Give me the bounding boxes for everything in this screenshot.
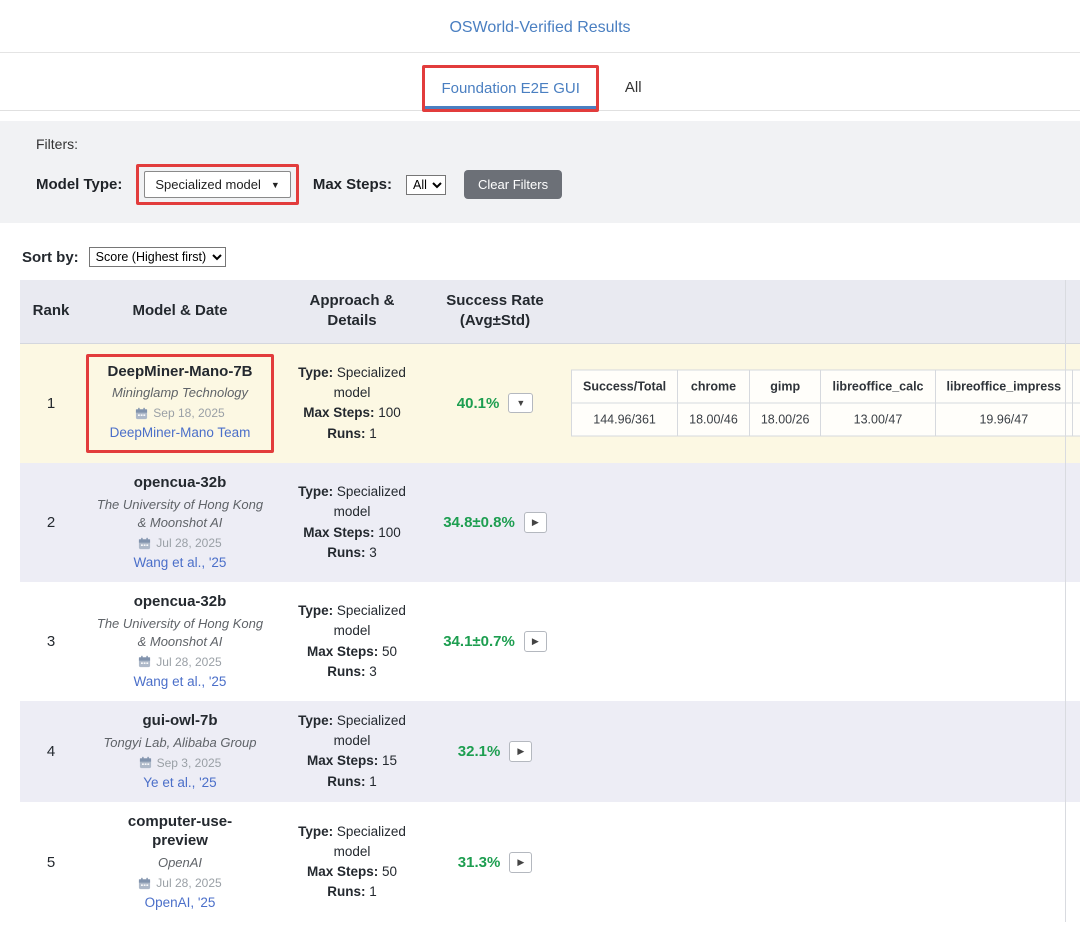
model-org: Mininglamp Technology [95, 384, 265, 402]
expand-details-button[interactable]: ▶ [509, 741, 532, 762]
model-date: Jul 28, 2025 [156, 655, 221, 669]
rank-cell: 2 [20, 514, 82, 531]
clear-filters-button[interactable]: Clear Filters [464, 170, 562, 199]
results-title-link[interactable]: OSWorld-Verified Results [449, 19, 630, 36]
results-table: Rank Model & Date Approach & Details Suc… [20, 280, 1080, 922]
model-type-value: Specialized model [155, 177, 261, 192]
calendar-icon [135, 407, 148, 420]
calendar-icon [138, 537, 151, 550]
model-link[interactable]: OpenAI, '25 [145, 895, 216, 910]
tab-foundation-e2e-gui[interactable]: Foundation E2E GUI [425, 68, 595, 109]
success-rate: 31.3% [458, 854, 501, 871]
filters-label: Filters: [36, 136, 1044, 152]
model-date: Sep 18, 2025 [153, 406, 224, 420]
table-row: 4 gui-owl-7b Tongyi Lab, Alibaba Group S… [20, 701, 1080, 802]
header-model-date: Model & Date [82, 280, 278, 343]
details-value: 13.00/47 [821, 403, 935, 436]
page-header: OSWorld-Verified Results [0, 0, 1080, 53]
success-rate: 32.1% [458, 743, 501, 760]
details-value: 144.96/361 [572, 403, 678, 436]
table-row: 3 opencua-32b The University of Hong Kon… [20, 582, 1080, 701]
table-row: 5 computer-use-preview OpenAI Jul 28, 20… [20, 802, 1080, 922]
model-name: gui-owl-7b [100, 711, 260, 731]
details-value: 18.00/26 [749, 403, 821, 436]
rank-cell: 1 [20, 395, 82, 412]
model-date: Jul 28, 2025 [156, 536, 221, 550]
table-header-spacer [564, 280, 1080, 343]
approach-cell: Type: Specialized model Max Steps: 100 R… [278, 363, 426, 444]
max-steps-label: Max Steps: [313, 176, 392, 193]
model-link[interactable]: Wang et al., '25 [134, 555, 227, 570]
annotation-box-model: DeepMiner-Mano-7B Mininglamp Technology … [86, 354, 274, 454]
tab-all[interactable]: All [609, 67, 658, 108]
expand-details-button[interactable]: ▶ [524, 512, 547, 533]
details-header: Success/Total [572, 370, 678, 403]
expand-details-button[interactable]: ▶ [509, 852, 532, 873]
rank-cell: 5 [20, 854, 82, 871]
details-header: libreoffice_calc [821, 370, 935, 403]
model-name: opencua-32b [100, 592, 260, 612]
header-success-rate: Success Rate (Avg±Std) [426, 280, 564, 343]
filters-panel: Filters: Model Type: Specialized model ▼… [0, 121, 1080, 223]
approach-cell: Type: Specialized model Max Steps: 50 Ru… [278, 822, 426, 903]
calendar-icon [139, 756, 152, 769]
header-rank: Rank [20, 280, 82, 343]
model-type-dropdown[interactable]: Specialized model ▼ [144, 171, 290, 198]
model-name: opencua-32b [100, 473, 260, 493]
details-zone: Success/Total chrome gimp libreoffice_ca… [564, 354, 1080, 454]
annotation-box-tab: Foundation E2E GUI [422, 65, 598, 112]
tabs-bar: Foundation E2E GUI All [0, 53, 1080, 111]
table-header-row: Rank Model & Date Approach & Details Suc… [20, 280, 1080, 344]
model-link[interactable]: Wang et al., '25 [134, 674, 227, 689]
approach-cell: Type: Specialized model Max Steps: 15 Ru… [278, 711, 426, 792]
success-rate: 34.1±0.7% [443, 633, 515, 650]
details-header: chrome [678, 370, 750, 403]
model-link[interactable]: Ye et al., '25 [143, 775, 216, 790]
sort-by-label: Sort by: [22, 249, 79, 266]
model-date: Jul 28, 2025 [156, 876, 221, 890]
model-type-label: Model Type: [36, 176, 122, 193]
annotation-box-model-type: Specialized model ▼ [136, 164, 298, 205]
model-date: Sep 3, 2025 [157, 756, 222, 770]
sort-controls: Sort by: Score (Highest first) [22, 247, 1080, 267]
success-rate: 34.8±0.8% [443, 514, 515, 531]
table-row: 1 DeepMiner-Mano-7B Mininglamp Technolog… [20, 344, 1080, 464]
calendar-icon [138, 877, 151, 890]
details-header: gimp [749, 370, 821, 403]
details-header: libr [1073, 370, 1080, 403]
details-value: 18.00/46 [678, 403, 750, 436]
approach-cell: Type: Specialized model Max Steps: 50 Ru… [278, 601, 426, 682]
caret-down-icon: ▼ [271, 180, 280, 190]
details-value [1073, 403, 1080, 436]
details-value: 19.96/47 [935, 403, 1073, 436]
details-table: Success/Total chrome gimp libreoffice_ca… [571, 370, 1080, 437]
success-rate: 40.1% [457, 395, 500, 412]
expand-details-button[interactable]: ▶ [524, 631, 547, 652]
model-link[interactable]: DeepMiner-Mano Team [110, 425, 251, 440]
sort-select[interactable]: Score (Highest first) [89, 247, 226, 267]
model-org: The University of Hong Kong & Moonshot A… [94, 496, 266, 532]
rank-cell: 3 [20, 633, 82, 650]
header-approach-details: Approach & Details [278, 280, 426, 343]
approach-cell: Type: Specialized model Max Steps: 100 R… [278, 482, 426, 563]
model-org: The University of Hong Kong & Moonshot A… [94, 615, 266, 651]
table-row: 2 opencua-32b The University of Hong Kon… [20, 463, 1080, 582]
rank-cell: 4 [20, 743, 82, 760]
model-org: OpenAI [94, 854, 266, 872]
calendar-icon [138, 655, 151, 668]
model-name: computer-use-preview [100, 812, 260, 851]
model-name: DeepMiner-Mano-7B [100, 362, 260, 382]
collapse-details-button[interactable]: ▼ [508, 393, 533, 413]
details-header: libreoffice_impress [935, 370, 1073, 403]
max-steps-select[interactable]: All [406, 175, 446, 195]
model-org: Tongyi Lab, Alibaba Group [94, 734, 266, 752]
